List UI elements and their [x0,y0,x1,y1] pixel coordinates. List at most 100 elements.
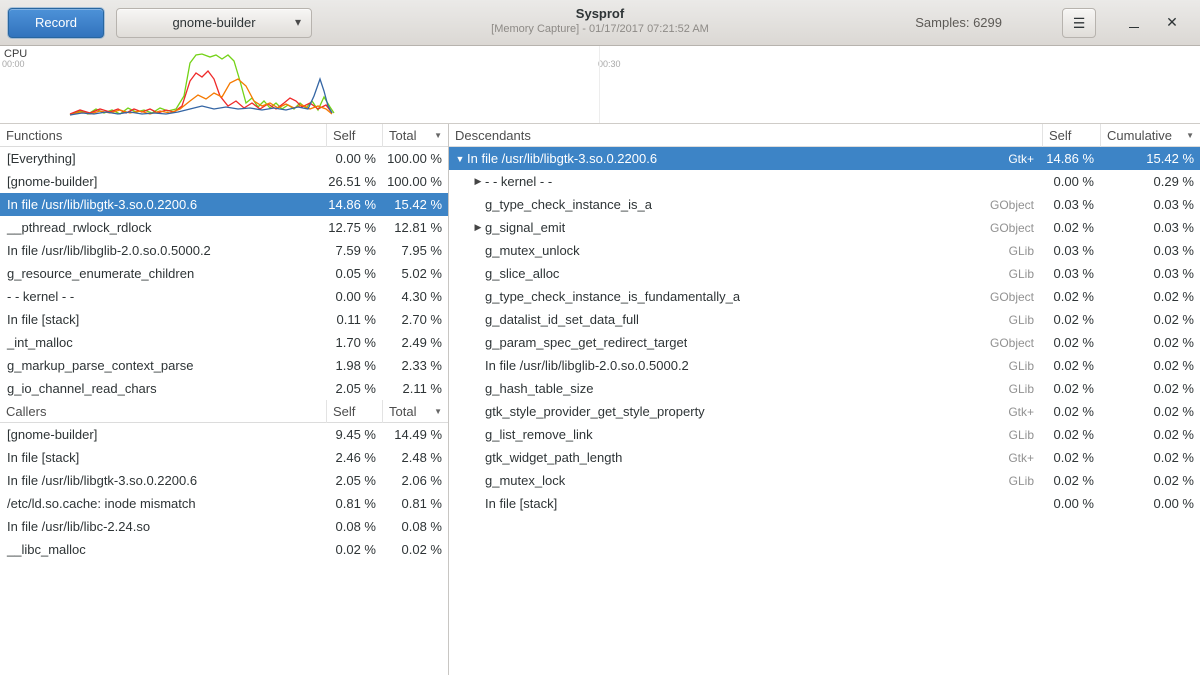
expander-icon[interactable]: ▶ [471,176,485,187]
descendant-self-percent: 0.02 % [1042,381,1100,396]
caller-row[interactable]: /etc/ld.so.cache: inode mismatch 0.81 % … [0,492,448,515]
caller-row[interactable]: [gnome-builder] 9.45 % 14.49 % [0,423,448,446]
function-total-percent: 7.95 % [382,243,448,258]
function-row[interactable]: [gnome-builder] 26.51 % 100.00 % [0,170,448,193]
function-self-percent: 14.86 % [326,197,382,212]
function-total-percent: 4.30 % [382,289,448,304]
function-row[interactable]: [Everything] 0.00 % 100.00 % [0,147,448,170]
function-row[interactable]: In file [stack] 0.11 % 2.70 % [0,308,448,331]
descendant-name: gtk_style_provider_get_style_property [485,404,705,419]
descendant-name: g_hash_table_size [485,381,593,396]
descendant-row[interactable]: g_mutex_lock GLib 0.02 % 0.02 % [449,469,1200,492]
minimize-button[interactable] [1122,11,1146,35]
descendant-row[interactable]: g_type_check_instance_is_a GObject 0.03 … [449,193,1200,216]
caller-self-percent: 9.45 % [326,427,382,442]
descendant-name: g_param_spec_get_redirect_target [485,335,687,350]
descendant-self-percent: 0.03 % [1042,243,1100,258]
function-self-percent: 0.00 % [326,289,382,304]
library-tag: Gtk+ [1008,451,1042,465]
descendant-name: - - kernel - - [485,174,552,189]
function-row[interactable]: g_resource_enumerate_children 0.05 % 5.0… [0,262,448,285]
descendant-name: g_list_remove_link [485,427,593,442]
function-total-percent: 15.42 % [382,197,448,212]
caller-total-percent: 2.48 % [382,450,448,465]
column-header-callers-total[interactable]: Total ▼ [382,400,448,423]
descendant-name: In file /usr/lib/libgtk-3.so.0.2200.6 [467,151,657,166]
descendant-self-percent: 0.02 % [1042,312,1100,327]
function-row[interactable]: - - kernel - - 0.00 % 4.30 % [0,285,448,308]
process-selector-dropdown[interactable]: gnome-builder ▾ [116,8,312,38]
descendant-row[interactable]: g_datalist_id_set_data_full GLib 0.02 % … [449,308,1200,331]
function-row[interactable]: g_io_channel_read_chars 2.05 % 2.11 % [0,377,448,400]
descendant-row[interactable]: gtk_style_provider_get_style_property Gt… [449,400,1200,423]
library-tag: GLib [1009,267,1042,281]
library-tag: GLib [1009,474,1042,488]
record-button[interactable]: Record [8,8,104,38]
column-header-self[interactable]: Self [326,124,382,147]
caller-self-percent: 2.05 % [326,473,382,488]
descendants-pane: Descendants Self Cumulative ▼ ▼ In file … [449,124,1200,675]
expander-icon[interactable]: ▶ [471,222,485,233]
cpu-timeline[interactable]: CPU 00:00 00:30 [0,46,1200,124]
descendant-row[interactable]: ▶ g_signal_emit GObject 0.02 % 0.03 % [449,216,1200,239]
caller-row[interactable]: In file /usr/lib/libc-2.24.so 0.08 % 0.0… [0,515,448,538]
descendant-self-percent: 0.03 % [1042,197,1100,212]
column-header-functions[interactable]: Functions [0,124,326,147]
caller-self-percent: 0.08 % [326,519,382,534]
descendant-row[interactable]: g_slice_alloc GLib 0.03 % 0.03 % [449,262,1200,285]
column-header-descendants[interactable]: Descendants [449,124,1042,147]
descendant-row[interactable]: ▶ - - kernel - - 0.00 % 0.29 % [449,170,1200,193]
function-row[interactable]: In file /usr/lib/libglib-2.0.so.0.5000.2… [0,239,448,262]
menu-button[interactable]: ☰ [1062,8,1096,38]
function-total-percent: 12.81 % [382,220,448,235]
column-header-cumulative[interactable]: Cumulative ▼ [1100,124,1200,147]
descendant-cumulative-percent: 15.42 % [1100,151,1200,166]
library-tag: GObject [990,336,1042,350]
function-row[interactable]: __pthread_rwlock_rdlock 12.75 % 12.81 % [0,216,448,239]
function-name: - - kernel - - [0,289,326,304]
descendant-name: g_type_check_instance_is_fundamentally_a [485,289,740,304]
function-total-percent: 2.70 % [382,312,448,327]
descendant-row[interactable]: In file /usr/lib/libglib-2.0.so.0.5000.2… [449,354,1200,377]
expander-icon[interactable]: ▼ [453,154,467,164]
column-header-total[interactable]: Total ▼ [382,124,448,147]
column-label-total: Total [389,124,432,147]
function-row[interactable]: _int_malloc 1.70 % 2.49 % [0,331,448,354]
descendant-cumulative-percent: 0.02 % [1100,404,1200,419]
descendant-row[interactable]: In file [stack] 0.00 % 0.00 % [449,492,1200,515]
descendant-name: g_datalist_id_set_data_full [485,312,639,327]
header-right-controls: Samples: 6299 ☰ ✕ [915,8,1200,38]
column-header-callers-self[interactable]: Self [326,400,382,423]
process-selector-label: gnome-builder [172,15,255,30]
descendant-cumulative-percent: 0.02 % [1100,473,1200,488]
function-name: _int_malloc [0,335,326,350]
function-name: [gnome-builder] [0,174,326,189]
column-header-descendants-self[interactable]: Self [1042,124,1100,147]
function-total-percent: 5.02 % [382,266,448,281]
descendant-row[interactable]: gtk_widget_path_length Gtk+ 0.02 % 0.02 … [449,446,1200,469]
function-row[interactable]: In file /usr/lib/libgtk-3.so.0.2200.6 14… [0,193,448,216]
column-header-callers[interactable]: Callers [0,400,326,423]
caller-row[interactable]: In file [stack] 2.46 % 2.48 % [0,446,448,469]
caller-row[interactable]: __libc_malloc 0.02 % 0.02 % [0,538,448,561]
sysprof-window: Record gnome-builder ▾ Sysprof [Memory C… [0,0,1200,675]
descendant-row[interactable]: ▼ In file /usr/lib/libgtk-3.so.0.2200.6 … [449,147,1200,170]
function-self-percent: 0.11 % [326,312,382,327]
function-self-percent: 0.05 % [326,266,382,281]
descendant-row[interactable]: g_type_check_instance_is_fundamentally_a… [449,285,1200,308]
descendant-row[interactable]: g_hash_table_size GLib 0.02 % 0.02 % [449,377,1200,400]
descendant-row[interactable]: g_param_spec_get_redirect_target GObject… [449,331,1200,354]
descendant-name: g_mutex_lock [485,473,565,488]
descendant-self-percent: 0.02 % [1042,404,1100,419]
sort-indicator-icon: ▼ [1186,124,1194,147]
descendant-row[interactable]: g_list_remove_link GLib 0.02 % 0.02 % [449,423,1200,446]
function-name: In file /usr/lib/libgtk-3.so.0.2200.6 [0,197,326,212]
descendant-row[interactable]: g_mutex_unlock GLib 0.03 % 0.03 % [449,239,1200,262]
caller-name: /etc/ld.so.cache: inode mismatch [0,496,326,511]
caller-row[interactable]: In file /usr/lib/libgtk-3.so.0.2200.6 2.… [0,469,448,492]
library-tag: GObject [990,198,1042,212]
descendant-self-percent: 0.00 % [1042,174,1100,189]
close-button[interactable]: ✕ [1160,11,1184,35]
function-total-percent: 2.11 % [382,381,448,396]
function-row[interactable]: g_markup_parse_context_parse 1.98 % 2.33… [0,354,448,377]
